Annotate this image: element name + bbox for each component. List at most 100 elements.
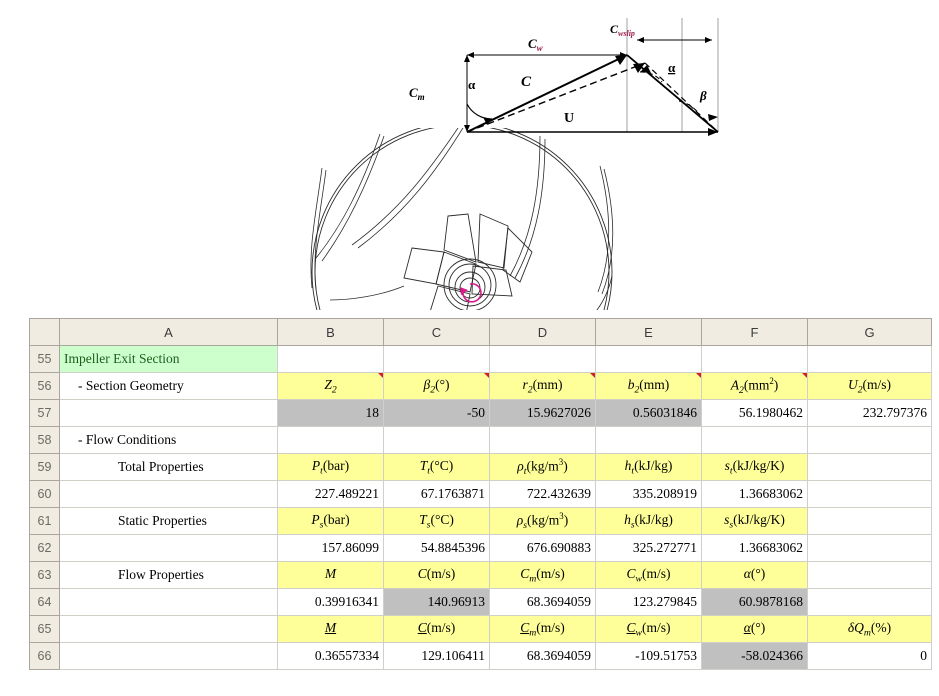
- cell-G59[interactable]: [807, 453, 932, 481]
- cell-F66[interactable]: -58.024366: [701, 642, 808, 670]
- cell-F64[interactable]: 60.9878168: [701, 588, 808, 616]
- cell-B65[interactable]: M: [277, 615, 384, 643]
- cell-G57[interactable]: 232.797376: [807, 399, 932, 427]
- cell-A56[interactable]: - Section Geometry: [59, 372, 278, 400]
- column-header-G[interactable]: G: [807, 318, 932, 346]
- column-header-F[interactable]: F: [701, 318, 808, 346]
- cell-D60[interactable]: 722.432639: [489, 480, 596, 508]
- cell-D66[interactable]: 68.3694059: [489, 642, 596, 670]
- cell-A65[interactable]: [59, 615, 278, 643]
- cell-E66[interactable]: -109.51753: [595, 642, 702, 670]
- table-row[interactable]: 61 Static Properties Ps(bar) Ts(°C) ρs(k…: [29, 507, 932, 535]
- cell-F59[interactable]: st(kJ/kg/K): [701, 453, 808, 481]
- cell-B59[interactable]: Pt(bar): [277, 453, 384, 481]
- cell-B64[interactable]: 0.39916341: [277, 588, 384, 616]
- table-row[interactable]: 60 227.489221 67.1763871 722.432639 335.…: [29, 480, 932, 508]
- cell-F58[interactable]: [701, 426, 808, 454]
- column-header-A[interactable]: A: [59, 318, 278, 346]
- cell-E63[interactable]: Cw(m/s): [595, 561, 702, 589]
- cell-E64[interactable]: 123.279845: [595, 588, 702, 616]
- cell-G64[interactable]: [807, 588, 932, 616]
- cell-B55[interactable]: [277, 345, 384, 373]
- cell-E56[interactable]: b2(mm): [595, 372, 702, 400]
- cell-G62[interactable]: [807, 534, 932, 562]
- cell-A55[interactable]: Impeller Exit Section: [59, 345, 278, 373]
- row-header-65[interactable]: 65: [29, 615, 60, 643]
- cell-E59[interactable]: ht(kJ/kg): [595, 453, 702, 481]
- cell-B60[interactable]: 227.489221: [277, 480, 384, 508]
- row-header-60[interactable]: 60: [29, 480, 60, 508]
- row-header-59[interactable]: 59: [29, 453, 60, 481]
- cell-F61[interactable]: ss(kJ/kg/K): [701, 507, 808, 535]
- spreadsheet-grid[interactable]: A B C D E F G 55 Impeller Exit Section 5…: [29, 318, 932, 670]
- cell-F63[interactable]: α(°): [701, 561, 808, 589]
- cell-C61[interactable]: Ts(°C): [383, 507, 490, 535]
- table-row[interactable]: 63 Flow Properties M C(m/s) Cm(m/s) Cw(m…: [29, 561, 932, 589]
- table-row[interactable]: 56 - Section Geometry Z2 β2(°) r2(mm) b2…: [29, 372, 932, 400]
- column-header-D[interactable]: D: [489, 318, 596, 346]
- cell-C57[interactable]: -50: [383, 399, 490, 427]
- cell-B62[interactable]: 157.86099: [277, 534, 384, 562]
- row-header-63[interactable]: 63: [29, 561, 60, 589]
- cell-F62[interactable]: 1.36683062: [701, 534, 808, 562]
- cell-B61[interactable]: Ps(bar): [277, 507, 384, 535]
- row-header-62[interactable]: 62: [29, 534, 60, 562]
- cell-A63[interactable]: Flow Properties: [59, 561, 278, 589]
- cell-E65[interactable]: Cw(m/s): [595, 615, 702, 643]
- table-row[interactable]: 55 Impeller Exit Section: [29, 345, 932, 373]
- cell-A61[interactable]: Static Properties: [59, 507, 278, 535]
- table-row[interactable]: 66 0.36557334 129.106411 68.3694059 -109…: [29, 642, 932, 670]
- cell-E61[interactable]: hs(kJ/kg): [595, 507, 702, 535]
- cell-C59[interactable]: Tt(°C): [383, 453, 490, 481]
- select-all-corner[interactable]: [29, 318, 60, 346]
- cell-D58[interactable]: [489, 426, 596, 454]
- cell-C60[interactable]: 67.1763871: [383, 480, 490, 508]
- cell-D65[interactable]: Cm(m/s): [489, 615, 596, 643]
- cell-C58[interactable]: [383, 426, 490, 454]
- row-header-58[interactable]: 58: [29, 426, 60, 454]
- cell-D55[interactable]: [489, 345, 596, 373]
- table-row[interactable]: 58 - Flow Conditions: [29, 426, 932, 454]
- cell-F57[interactable]: 56.1980462: [701, 399, 808, 427]
- cell-A59[interactable]: Total Properties: [59, 453, 278, 481]
- cell-A60[interactable]: [59, 480, 278, 508]
- table-row[interactable]: 64 0.39916341 140.96913 68.3694059 123.2…: [29, 588, 932, 616]
- table-row[interactable]: 62 157.86099 54.8845396 676.690883 325.2…: [29, 534, 932, 562]
- cell-D56[interactable]: r2(mm): [489, 372, 596, 400]
- cell-C66[interactable]: 129.106411: [383, 642, 490, 670]
- cell-F65[interactable]: α(°): [701, 615, 808, 643]
- cell-G66[interactable]: 0: [807, 642, 932, 670]
- cell-A57[interactable]: [59, 399, 278, 427]
- cell-A62[interactable]: [59, 534, 278, 562]
- cell-A66[interactable]: [59, 642, 278, 670]
- cell-G63[interactable]: [807, 561, 932, 589]
- cell-G55[interactable]: [807, 345, 932, 373]
- cell-E55[interactable]: [595, 345, 702, 373]
- cell-E60[interactable]: 335.208919: [595, 480, 702, 508]
- cell-F56[interactable]: A2(mm2): [701, 372, 808, 400]
- cell-D64[interactable]: 68.3694059: [489, 588, 596, 616]
- row-header-61[interactable]: 61: [29, 507, 60, 535]
- cell-F55[interactable]: [701, 345, 808, 373]
- row-header-55[interactable]: 55: [29, 345, 60, 373]
- cell-G60[interactable]: [807, 480, 932, 508]
- column-header-C[interactable]: C: [383, 318, 490, 346]
- row-header-57[interactable]: 57: [29, 399, 60, 427]
- cell-C64[interactable]: 140.96913: [383, 588, 490, 616]
- cell-C56[interactable]: β2(°): [383, 372, 490, 400]
- cell-G58[interactable]: [807, 426, 932, 454]
- table-row[interactable]: 65 M C(m/s) Cm(m/s) Cw(m/s) α(°) δQm(%): [29, 615, 932, 643]
- cell-B56[interactable]: Z2: [277, 372, 384, 400]
- cell-D59[interactable]: ρt(kg/m3): [489, 453, 596, 481]
- cell-B66[interactable]: 0.36557334: [277, 642, 384, 670]
- cell-C62[interactable]: 54.8845396: [383, 534, 490, 562]
- cell-C55[interactable]: [383, 345, 490, 373]
- row-header-66[interactable]: 66: [29, 642, 60, 670]
- cell-C63[interactable]: C(m/s): [383, 561, 490, 589]
- cell-G56[interactable]: U2(m/s): [807, 372, 932, 400]
- cell-D57[interactable]: 15.9627026: [489, 399, 596, 427]
- row-header-64[interactable]: 64: [29, 588, 60, 616]
- table-row[interactable]: 57 18 -50 15.9627026 0.56031846 56.19804…: [29, 399, 932, 427]
- cell-E62[interactable]: 325.272771: [595, 534, 702, 562]
- cell-C65[interactable]: C(m/s): [383, 615, 490, 643]
